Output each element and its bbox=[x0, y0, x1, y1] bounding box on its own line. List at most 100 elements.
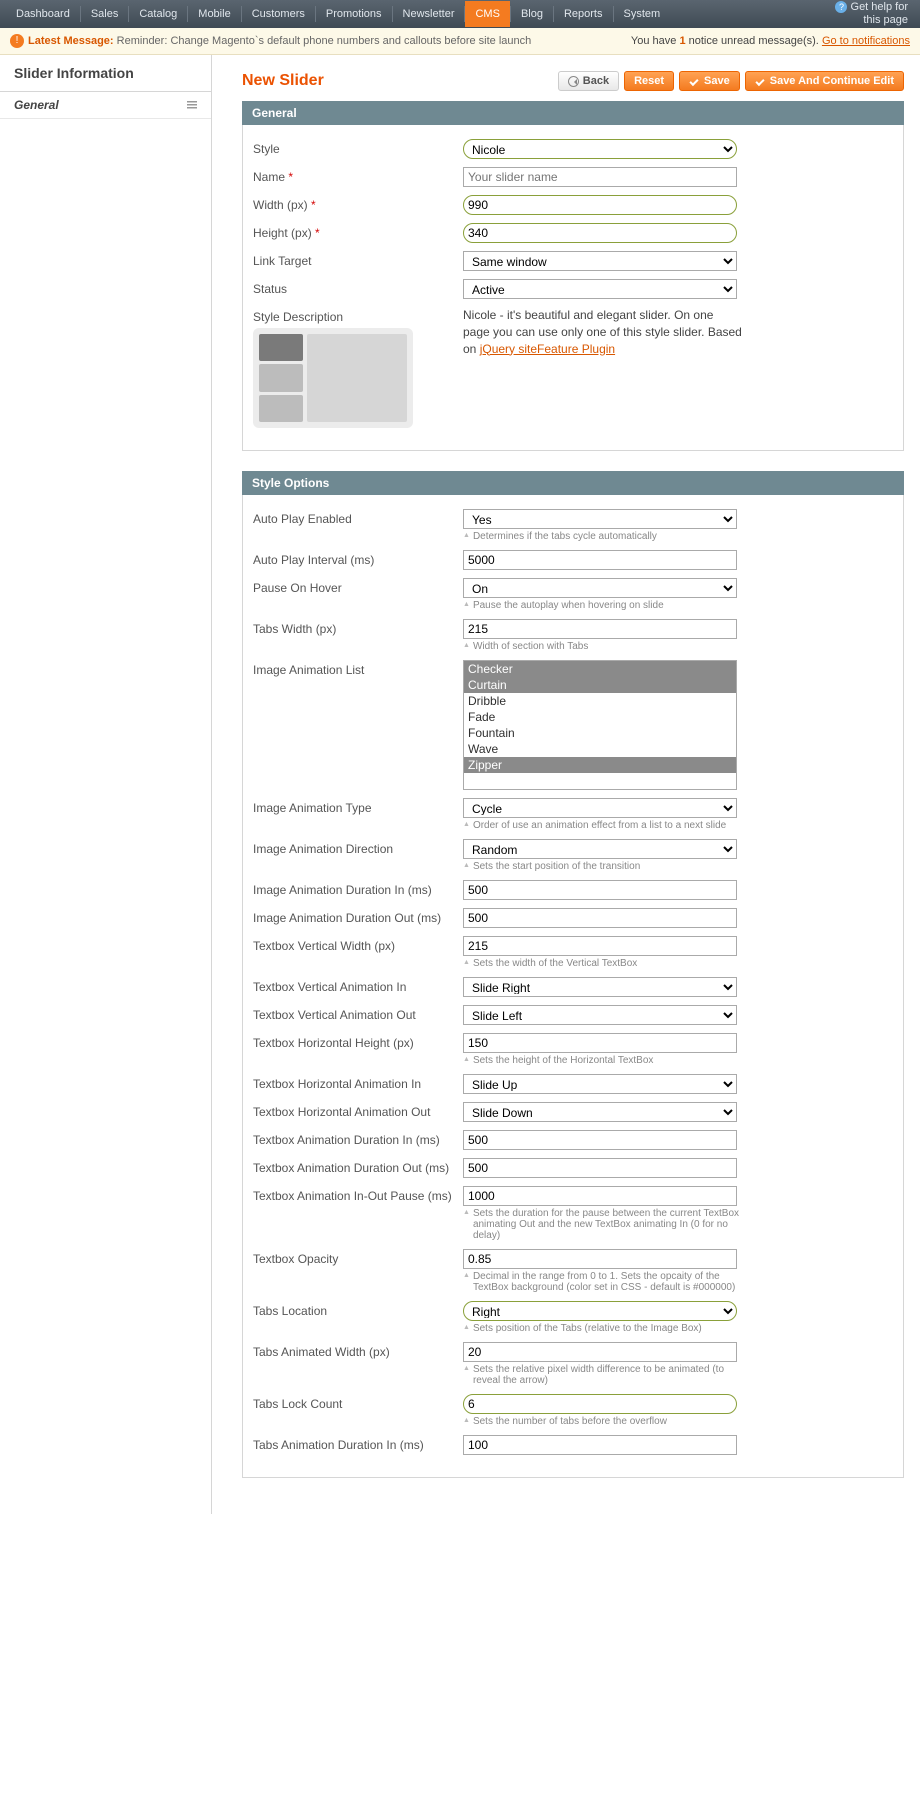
back-button[interactable]: Back bbox=[558, 71, 619, 91]
label-tbh_h: Textbox Horizontal Height (px) bbox=[253, 1033, 463, 1066]
anim_in-input[interactable] bbox=[463, 880, 737, 900]
check-icon bbox=[755, 76, 766, 87]
hint-tabs_loc: Sets position of the Tabs (relative to t… bbox=[463, 1323, 743, 1334]
label-interval: Auto Play Interval (ms) bbox=[253, 550, 463, 570]
tabw-input[interactable] bbox=[463, 619, 737, 639]
opt-dribble[interactable]: Dribble bbox=[464, 693, 736, 709]
nav-customers[interactable]: Customers bbox=[242, 1, 315, 27]
tabs_aw-input[interactable] bbox=[463, 1342, 737, 1362]
label-tb_dout: Textbox Animation Duration Out (ms) bbox=[253, 1158, 463, 1178]
notice-text: Reminder: Change Magento`s default phone… bbox=[117, 35, 532, 47]
tb_dout-input[interactable] bbox=[463, 1158, 737, 1178]
status-select[interactable]: Active bbox=[463, 279, 737, 299]
check-icon bbox=[689, 76, 700, 87]
label-tabs_lock: Tabs Lock Count bbox=[253, 1394, 463, 1427]
nav-cms[interactable]: CMS bbox=[465, 1, 509, 27]
label-style: Style bbox=[253, 139, 463, 159]
name-input[interactable] bbox=[463, 167, 737, 187]
tbh_in-input[interactable]: Slide Up bbox=[463, 1074, 737, 1094]
sidebar: Slider Information General bbox=[0, 55, 212, 1514]
nav-dashboard[interactable]: Dashboard bbox=[6, 1, 80, 27]
label-tbv_out: Textbox Vertical Animation Out bbox=[253, 1005, 463, 1025]
tbv_out-input[interactable]: Slide Left bbox=[463, 1005, 737, 1025]
general-section: General StyleNicole Name * Width (px) * … bbox=[242, 101, 904, 451]
label-tabw: Tabs Width (px) bbox=[253, 619, 463, 652]
tab-icon bbox=[187, 101, 197, 109]
pause-input[interactable]: On bbox=[463, 578, 737, 598]
section-header-general: General bbox=[242, 101, 904, 125]
tb_din-input[interactable] bbox=[463, 1130, 737, 1150]
sidebar-tab-label: General bbox=[14, 98, 59, 112]
hint-anim_type: Order of use an animation effect from a … bbox=[463, 820, 743, 831]
hint-tb_opac: Decimal in the range from 0 to 1. Sets t… bbox=[463, 1271, 743, 1293]
width-input[interactable] bbox=[463, 195, 737, 215]
opt-wave[interactable]: Wave bbox=[464, 741, 736, 757]
top-nav: DashboardSalesCatalogMobileCustomersProm… bbox=[0, 0, 920, 28]
opt-curtain[interactable]: Curtain bbox=[464, 677, 736, 693]
tb_pause-input[interactable] bbox=[463, 1186, 737, 1206]
opt-checker[interactable]: Checker bbox=[464, 661, 736, 677]
tbv_w-input[interactable] bbox=[463, 936, 737, 956]
tbh_out-input[interactable]: Slide Down bbox=[463, 1102, 737, 1122]
link-target-select[interactable]: Same window bbox=[463, 251, 737, 271]
help-link[interactable]: ? Get help for this page bbox=[829, 0, 914, 29]
anim_out-input[interactable] bbox=[463, 908, 737, 928]
plugin-link[interactable]: jQuery siteFeature Plugin bbox=[480, 342, 615, 356]
opt-fade[interactable]: Fade bbox=[464, 709, 736, 725]
label-anim_out: Image Animation Duration Out (ms) bbox=[253, 908, 463, 928]
save-button[interactable]: Save bbox=[679, 71, 740, 91]
hint-autoplay: Determines if the tabs cycle automatical… bbox=[463, 531, 743, 542]
style-options-section: Style Options Auto Play EnabledYesDeterm… bbox=[242, 471, 904, 1478]
label-height: Height (px) * bbox=[253, 223, 463, 243]
anim_type-input[interactable]: Cycle bbox=[463, 798, 737, 818]
height-input[interactable] bbox=[463, 223, 737, 243]
anim_list-input[interactable]: CheckerCurtainDribbleFadeFountainWaveZip… bbox=[463, 660, 737, 790]
nav-promotions[interactable]: Promotions bbox=[316, 1, 392, 27]
nav-system[interactable]: System bbox=[614, 1, 671, 27]
tbh_h-input[interactable] bbox=[463, 1033, 737, 1053]
opt-zipper[interactable]: Zipper bbox=[464, 757, 736, 773]
label-name: Name * bbox=[253, 167, 463, 187]
content-header: New Slider Back Reset Save Save And Cont… bbox=[242, 71, 904, 91]
label-tbh_in: Textbox Horizontal Animation In bbox=[253, 1074, 463, 1094]
sidebar-tab-general[interactable]: General bbox=[0, 92, 211, 119]
back-icon bbox=[568, 76, 579, 87]
tb_opac-input[interactable] bbox=[463, 1249, 737, 1269]
nav-catalog[interactable]: Catalog bbox=[129, 1, 187, 27]
nav-newsletter[interactable]: Newsletter bbox=[393, 1, 465, 27]
content: New Slider Back Reset Save Save And Cont… bbox=[212, 55, 920, 1514]
tabs_lock-input[interactable] bbox=[463, 1394, 737, 1414]
sidebar-title: Slider Information bbox=[0, 55, 211, 92]
label-desc: Style Description bbox=[253, 307, 463, 428]
style-select[interactable]: Nicole bbox=[463, 139, 737, 159]
interval-input[interactable] bbox=[463, 550, 737, 570]
tabs_adin-input[interactable] bbox=[463, 1435, 737, 1455]
help-icon: ? bbox=[835, 1, 847, 13]
notice-right: You have 1 notice unread message(s). Go … bbox=[631, 35, 910, 47]
label-tbv_in: Textbox Vertical Animation In bbox=[253, 977, 463, 997]
reset-button[interactable]: Reset bbox=[624, 71, 674, 91]
save-continue-button[interactable]: Save And Continue Edit bbox=[745, 71, 904, 91]
anim_dir-input[interactable]: Random bbox=[463, 839, 737, 859]
label-pause: Pause On Hover bbox=[253, 578, 463, 611]
nav-reports[interactable]: Reports bbox=[554, 1, 613, 27]
label-status: Status bbox=[253, 279, 463, 299]
notifications-link[interactable]: Go to notifications bbox=[822, 35, 910, 47]
label-anim_dir: Image Animation Direction bbox=[253, 839, 463, 872]
hint-tb_pause: Sets the duration for the pause between … bbox=[463, 1208, 743, 1241]
label-anim_list: Image Animation List bbox=[253, 660, 463, 790]
autoplay-input[interactable]: Yes bbox=[463, 509, 737, 529]
label-autoplay: Auto Play Enabled bbox=[253, 509, 463, 542]
nav-blog[interactable]: Blog bbox=[511, 1, 553, 27]
label-tb_din: Textbox Animation Duration In (ms) bbox=[253, 1130, 463, 1150]
nav-mobile[interactable]: Mobile bbox=[188, 1, 240, 27]
notice-bar: ! Latest Message: Reminder: Change Magen… bbox=[0, 28, 920, 55]
warning-icon: ! bbox=[10, 34, 24, 48]
tabs_loc-input[interactable]: Right bbox=[463, 1301, 737, 1321]
style-description: Nicole - it's beautiful and elegant slid… bbox=[463, 307, 743, 357]
tbv_in-input[interactable]: Slide Right bbox=[463, 977, 737, 997]
opt-fountain[interactable]: Fountain bbox=[464, 725, 736, 741]
page-title: New Slider bbox=[242, 72, 324, 90]
nav-sales[interactable]: Sales bbox=[81, 1, 129, 27]
notice-label: Latest Message: bbox=[28, 35, 114, 47]
